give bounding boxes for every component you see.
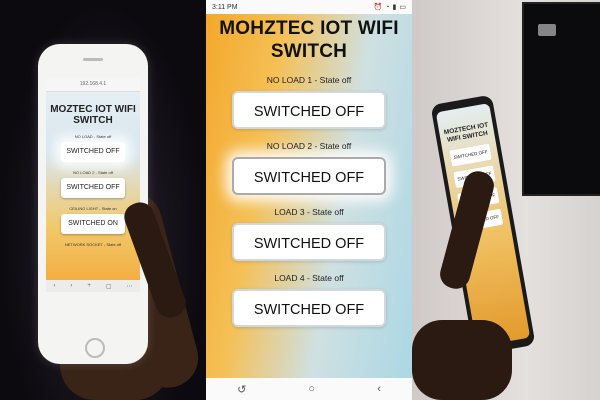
- more-icon: ⋯: [126, 283, 133, 290]
- right-switch-button[interactable]: SWITCHED OFF: [449, 143, 492, 167]
- status-icons: ⏰ ◔ ▮ ▭: [373, 3, 406, 12]
- tv-screen: [522, 2, 600, 196]
- load-state-label: LOAD 4 - State off: [274, 273, 344, 283]
- switch-button[interactable]: SWITCHED OFF: [232, 289, 386, 327]
- left-item-label: NETWORK SOCKET - State off: [64, 242, 122, 247]
- tv-reflection: [538, 24, 556, 36]
- left-item: NO LOAD 2 - State off SWITCHED OFF: [46, 170, 140, 198]
- left-item-label: NO LOAD 2 - State off: [73, 170, 113, 175]
- url-bar: 192.168.4.1: [46, 78, 140, 92]
- load-state-label: NO LOAD 2 - State off: [266, 141, 352, 151]
- left-item-label: NO LOAD - State off: [74, 134, 112, 139]
- forward-icon: ›: [70, 283, 73, 289]
- phone-earpiece: [83, 58, 103, 61]
- load-state-label: LOAD 3 - State off: [274, 207, 344, 217]
- bookmarks-icon: ▢: [105, 283, 112, 290]
- left-photo-panel: 192.168.4.1 MOZTEC IOT WIFI SWITCH NO LO…: [0, 0, 206, 400]
- left-item: NETWORK SOCKET - State off: [46, 242, 140, 247]
- load-item: NO LOAD 1 - State off SWITCHED OFF: [206, 75, 412, 129]
- switch-button[interactable]: SWITCHED OFF: [232, 157, 386, 195]
- load-item: LOAD 3 - State off SWITCHED OFF: [206, 207, 412, 261]
- load-state-label: NO LOAD 1 - State off: [266, 75, 352, 85]
- back-icon[interactable]: ↺: [237, 383, 246, 396]
- load-item: NO LOAD 2 - State off SWITCHED OFF: [206, 141, 412, 195]
- status-bar: 3:11 PM ⏰ ◔ ▮ ▭: [206, 0, 412, 14]
- loads-list: NO LOAD 1 - State off SWITCHED OFF NO LOA…: [206, 75, 412, 327]
- signal-icon: ▮: [392, 4, 397, 11]
- browser-toolbar: ‹ › + ▢ ⋯: [46, 280, 140, 292]
- switch-button[interactable]: SWITCHED OFF: [232, 223, 386, 261]
- switch-button[interactable]: SWITCHED OFF: [232, 91, 386, 129]
- hand: [412, 320, 512, 400]
- home-button-icon: [85, 338, 105, 358]
- app-screenshot: 3:11 PM ⏰ ◔ ▮ ▭ MOHZTEC IOT WIFI SWITCH …: [206, 0, 412, 400]
- back-icon: ‹: [53, 283, 56, 289]
- left-items: NO LOAD - State off SWITCHED OFF NO LOAD 2…: [46, 134, 140, 247]
- right-title: MOZTECH IOT WIFI SWITCH: [443, 121, 489, 144]
- left-switch-button[interactable]: SWITCHED ON: [61, 214, 125, 234]
- left-title: MOZTEC IOT WIFI SWITCH: [50, 104, 136, 126]
- android-nav-bar: ↺ ○ ‹: [206, 378, 412, 400]
- add-tab-icon: +: [87, 283, 91, 289]
- left-item: NO LOAD - State off SWITCHED OFF: [46, 134, 140, 162]
- left-phone-screen: 192.168.4.1 MOZTEC IOT WIFI SWITCH NO LO…: [46, 78, 140, 292]
- left-switch-button[interactable]: SWITCHED OFF: [61, 142, 125, 162]
- right-item: SWITCHED OFF: [443, 143, 499, 168]
- load-item: LOAD 4 - State off SWITCHED OFF: [206, 273, 412, 327]
- status-time: 3:11 PM: [212, 3, 238, 11]
- battery-icon: ▭: [399, 4, 406, 11]
- left-switch-button[interactable]: SWITCHED OFF: [61, 178, 125, 198]
- home-icon[interactable]: ○: [308, 383, 315, 395]
- recents-icon[interactable]: ‹: [377, 383, 381, 395]
- right-photo-panel: MOZTECH IOT WIFI SWITCH SWITCHED OFF SWI…: [412, 0, 600, 400]
- wifi-icon: ◔: [385, 3, 390, 11]
- page-title: MOHZTEC IOT WIFI SWITCH: [219, 18, 399, 62]
- alarm-icon: ⏰: [373, 4, 383, 11]
